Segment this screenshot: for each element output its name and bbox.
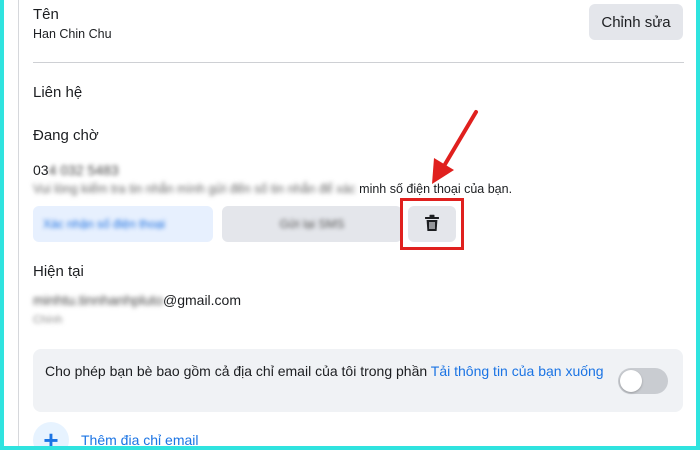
left-divider xyxy=(18,0,19,446)
toggle-knob xyxy=(620,370,642,392)
name-value: Han Chin Chu xyxy=(33,27,112,41)
pending-heading: Đang chờ xyxy=(33,127,99,144)
settings-panel: Tên Han Chin Chu Chỉnh sửa Liên hệ Đang … xyxy=(4,0,696,446)
email-blurred-part: minhtu.tinnhanhpluto xyxy=(33,292,163,308)
share-email-setting: Cho phép bạn bè bao gồm cả địa chỉ email… xyxy=(33,349,683,412)
resend-sms-label: Gửi lại SMS xyxy=(279,217,345,231)
contact-heading: Liên hệ xyxy=(33,84,83,101)
email-visible-part: @gmail.com xyxy=(163,292,242,308)
add-email-label: Thêm địa chỉ email xyxy=(81,432,199,446)
plus-icon: + xyxy=(33,422,69,446)
resend-sms-button[interactable]: Gửi lại SMS xyxy=(222,206,402,242)
share-email-description: Cho phép bạn bè bao gồm cả địa chỉ email… xyxy=(45,361,605,381)
name-label: Tên xyxy=(33,6,59,23)
share-email-toggle[interactable] xyxy=(618,368,668,394)
current-heading: Hiện tại xyxy=(33,263,84,280)
share-email-text: Cho phép bạn bè bao gồm cả địa chỉ email… xyxy=(45,363,431,379)
confirm-phone-button[interactable]: Xác nhận số điện thoại xyxy=(33,206,213,242)
pending-phone-number: 034 032 5483 xyxy=(33,162,119,178)
phone-blurred-part: 4 032 5483 xyxy=(48,162,119,178)
download-info-link[interactable]: Tải thông tin của bạn xuống xyxy=(431,363,604,379)
current-email: minhtu.tinnhanhpluto@gmail.com xyxy=(33,292,241,308)
hint-blurred-part: Vui lòng kiểm tra tin nhắn mình gửi đến … xyxy=(33,182,356,196)
add-email-button[interactable]: + Thêm địa chỉ email xyxy=(33,420,199,446)
annotation-arrow-icon xyxy=(432,110,478,184)
email-sublabel: Chính xyxy=(33,314,63,326)
edit-button[interactable]: Chỉnh sửa xyxy=(589,4,683,40)
annotation-highlight-box xyxy=(400,198,464,250)
confirm-phone-label: Xác nhận số điện thoại xyxy=(43,217,166,231)
phone-visible-part: 03 xyxy=(33,162,49,178)
section-divider xyxy=(33,62,684,63)
